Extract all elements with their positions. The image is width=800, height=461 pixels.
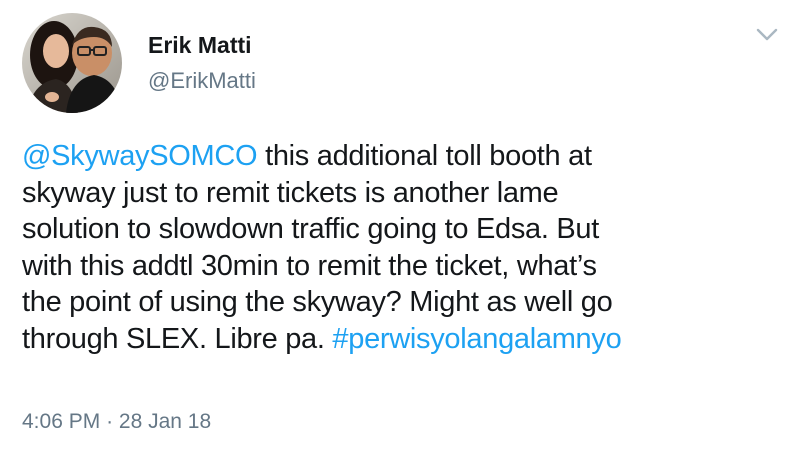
tweet-card: Erik Matti @ErikMatti @SkywaySOMCO this … — [0, 0, 800, 461]
tweet-line: skyway just to remit tickets is another … — [22, 176, 559, 209]
avatar[interactable] — [22, 13, 122, 113]
meta-separator: · — [106, 410, 114, 433]
tweet-line-text: this additional toll booth at — [257, 140, 592, 172]
tweet-line: @SkywaySOMCO this additional toll booth … — [22, 138, 792, 175]
author-info: Erik Matti @ErikMatti — [148, 31, 256, 95]
tweet-text: @SkywaySOMCO this additional toll booth … — [22, 138, 792, 357]
tweet-time: 4:06 PM — [22, 410, 101, 433]
tweet-timestamp[interactable]: 4:06 PM · 28 Jan 18 — [22, 408, 211, 436]
tweet-date: 28 Jan 18 — [118, 410, 212, 433]
hashtag-link[interactable]: #perwisyolangalamnyo — [332, 323, 621, 355]
tweet-line: solution to slowdown traffic going to Ed… — [22, 213, 599, 245]
mention-link[interactable]: @SkywaySOMCO — [22, 140, 258, 172]
tweet-line: through SLEX. Libre pa. #perwisyolangala… — [22, 321, 792, 358]
chevron-down-icon[interactable] — [754, 26, 780, 44]
author-handle[interactable]: @ErikMatti — [148, 67, 256, 95]
tweet-line-text: through SLEX. Libre pa. — [22, 322, 333, 355]
tweet-line: with this addtl 30min to remit the ticke… — [22, 249, 597, 282]
tweet-line: the point of using the skyway? Might as … — [22, 286, 613, 318]
author-display-name[interactable]: Erik Matti — [148, 31, 256, 59]
